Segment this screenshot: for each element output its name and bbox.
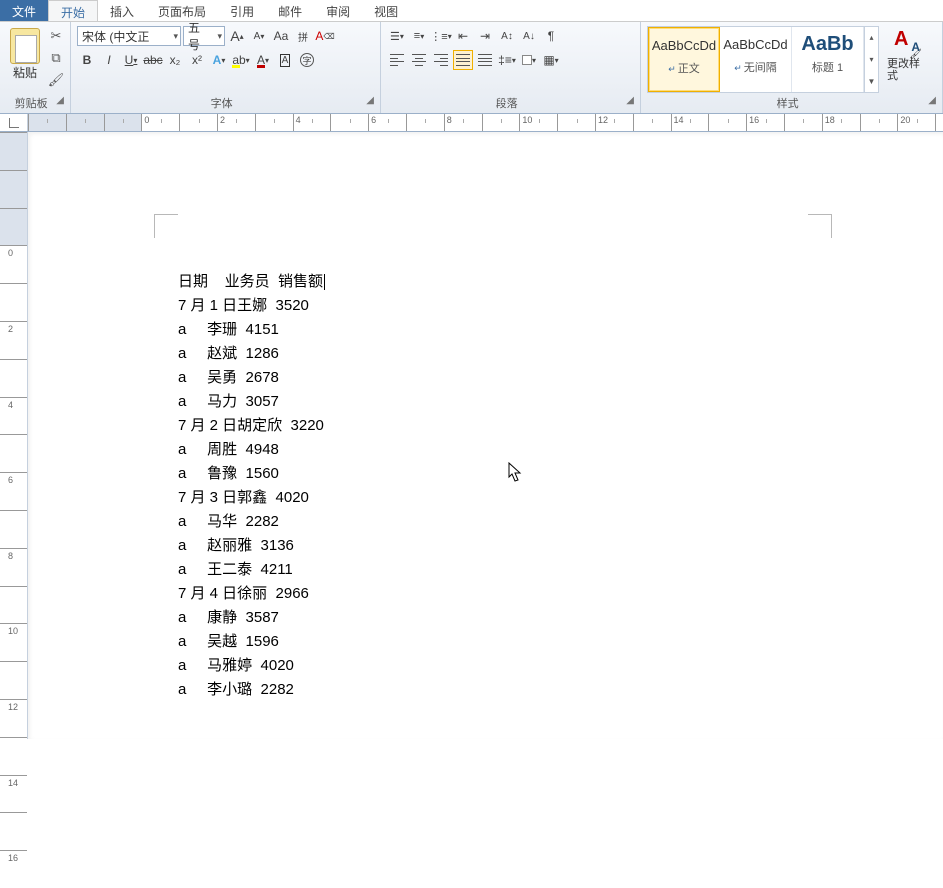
style-gallery: AaBbCcDd ↵正文 AaBbCcDd ↵无间隔 AaBb 标题 1 ▴▾▼ — [647, 26, 879, 93]
bullets-button[interactable]: ☰▾ — [387, 26, 407, 46]
increase-indent-button[interactable]: ⇥ — [475, 26, 495, 46]
doc-row: a 周胜 4948 — [178, 438, 325, 462]
align-right-button[interactable] — [431, 50, 451, 70]
numbering-button[interactable]: ≡▾ — [409, 26, 429, 46]
doc-row: a 康静 3587 — [178, 606, 325, 630]
document-body[interactable]: 日期 业务员 销售额7 月 1 日王娜 3520a 李珊 4151a 赵斌 12… — [178, 270, 325, 702]
ruler-area: 0246810121416182022242628303234363840424… — [0, 114, 943, 132]
enclose-char-button[interactable]: 字 — [297, 50, 317, 70]
doc-row: a 李小璐 2282 — [178, 678, 325, 702]
superscript-button[interactable]: x² — [187, 50, 207, 70]
cut-button[interactable]: ✂ — [48, 28, 64, 44]
tab-view[interactable]: 视图 — [362, 0, 410, 21]
doc-row: a 吴越 1596 — [178, 630, 325, 654]
workspace: 0246810121416 日期 业务员 销售额7 月 1 日王娜 3520a … — [0, 132, 943, 739]
styles-group-label: 样式 — [777, 98, 799, 110]
align-center-button[interactable] — [409, 50, 429, 70]
style-gallery-more[interactable]: ▴▾▼ — [864, 27, 878, 92]
font-group-label: 字体 — [211, 98, 233, 110]
style-heading1[interactable]: AaBb 标题 1 — [792, 27, 864, 92]
paste-button[interactable]: 粘贴 — [6, 26, 44, 83]
change-styles-button[interactable]: AA🖌 更改样式 — [883, 26, 931, 93]
char-border-button[interactable]: A — [275, 50, 295, 70]
horizontal-ruler[interactable]: 0246810121416182022242628303234363840424… — [28, 114, 943, 131]
text-effects-button[interactable]: A▾ — [209, 50, 229, 70]
tab-references[interactable]: 引用 — [218, 0, 266, 21]
sort-button[interactable]: A↓ — [519, 26, 539, 46]
tab-selector[interactable] — [0, 114, 28, 131]
phonetic-guide-button[interactable]: 拼 — [293, 26, 313, 46]
copy-button[interactable]: ⧉ — [48, 50, 64, 66]
clear-formatting-button[interactable]: A⌫ — [315, 26, 335, 46]
styles-launcher[interactable]: ◢ — [928, 95, 936, 106]
style-normal[interactable]: AaBbCcDd ↵正文 — [648, 27, 720, 92]
group-styles: AaBbCcDd ↵正文 AaBbCcDd ↵无间隔 AaBb 标题 1 ▴▾▼… — [641, 22, 943, 113]
doc-header-row: 日期 业务员 销售额 — [178, 270, 325, 294]
multilevel-list-button[interactable]: ⋮≡▾ — [431, 26, 451, 46]
margin-corner-top-right — [808, 214, 832, 238]
subscript-button[interactable]: x₂ — [165, 50, 185, 70]
clipboard-icon — [10, 28, 40, 64]
tab-review[interactable]: 审阅 — [314, 0, 362, 21]
doc-row: a 王二泰 4211 — [178, 558, 325, 582]
doc-row: 7 月 1 日王娜 3520 — [178, 294, 325, 318]
decrease-indent-button[interactable]: ⇤ — [453, 26, 473, 46]
vertical-ruler[interactable]: 0246810121416 — [0, 132, 28, 739]
shading-button[interactable]: ▾ — [519, 50, 539, 70]
text-cursor — [324, 274, 325, 290]
mouse-cursor-icon — [508, 462, 524, 487]
clipboard-launcher[interactable]: ◢ — [56, 95, 64, 106]
doc-row: a 鲁豫 1560 — [178, 462, 325, 486]
paragraph-group-label: 段落 — [496, 98, 518, 110]
strikethrough-button[interactable]: abc — [143, 50, 163, 70]
doc-row: a 吴勇 2678 — [178, 366, 325, 390]
doc-row: a 赵斌 1286 — [178, 342, 325, 366]
distributed-button[interactable] — [475, 50, 495, 70]
group-font: 宋体 (中文正 五号 A▴ A▾ Aa 拼 A⌫ B I U▾ abc x₂ x… — [71, 22, 381, 113]
text-direction-button[interactable]: A↕ — [497, 26, 517, 46]
tab-mailings[interactable]: 邮件 — [266, 0, 314, 21]
format-painter-button[interactable]: 🖌 — [48, 72, 64, 88]
doc-row: a 李珊 4151 — [178, 318, 325, 342]
tab-file[interactable]: 文件 — [0, 0, 48, 21]
grow-font-button[interactable]: A▴ — [227, 26, 247, 46]
doc-row: 7 月 4 日徐丽 2966 — [178, 582, 325, 606]
align-left-button[interactable] — [387, 50, 407, 70]
font-name-combo[interactable]: 宋体 (中文正 — [77, 26, 181, 46]
shrink-font-button[interactable]: A▾ — [249, 26, 269, 46]
group-paragraph: ☰▾ ≡▾ ⋮≡▾ ⇤ ⇥ A↕ A↓ ¶ ‡≡▾ ▾ ▦▾ 段落 ◢ — [381, 22, 641, 113]
highlight-button[interactable]: ab▾ — [231, 50, 251, 70]
group-clipboard: 粘贴 ✂ ⧉ 🖌 剪贴板 ◢ — [0, 22, 71, 113]
page-area[interactable]: 日期 业务员 销售额7 月 1 日王娜 3520a 李珊 4151a 赵斌 12… — [28, 132, 943, 739]
justify-button[interactable] — [453, 50, 473, 70]
font-color-button[interactable]: A▾ — [253, 50, 273, 70]
line-spacing-button[interactable]: ‡≡▾ — [497, 50, 517, 70]
clipboard-group-label: 剪贴板 — [15, 98, 48, 110]
font-launcher[interactable]: ◢ — [366, 95, 374, 106]
doc-row: a 马力 3057 — [178, 390, 325, 414]
change-case-button[interactable]: Aa — [271, 26, 291, 46]
ribbon-tabs: 文件 开始 插入 页面布局 引用 邮件 审阅 视图 — [0, 0, 943, 22]
tab-insert[interactable]: 插入 — [98, 0, 146, 21]
show-marks-button[interactable]: ¶ — [541, 26, 561, 46]
italic-button[interactable]: I — [99, 50, 119, 70]
bold-button[interactable]: B — [77, 50, 97, 70]
font-size-combo[interactable]: 五号 — [183, 26, 225, 46]
doc-row: 7 月 2 日胡定欣 3220 — [178, 414, 325, 438]
doc-row: a 赵丽雅 3136 — [178, 534, 325, 558]
doc-row: 7 月 3 日郭鑫 4020 — [178, 486, 325, 510]
margin-corner-top-left — [154, 214, 178, 238]
tab-page-layout[interactable]: 页面布局 — [146, 0, 218, 21]
doc-row: a 马雅婷 4020 — [178, 654, 325, 678]
borders-button[interactable]: ▦▾ — [541, 50, 561, 70]
tab-home[interactable]: 开始 — [48, 0, 98, 21]
underline-button[interactable]: U▾ — [121, 50, 141, 70]
paragraph-launcher[interactable]: ◢ — [626, 95, 634, 106]
ribbon: 粘贴 ✂ ⧉ 🖌 剪贴板◢ 宋体 (中文正 五号 A▴ A▾ Aa 拼 A⌫ B — [0, 22, 943, 114]
doc-row: a 马华 2282 — [178, 510, 325, 534]
change-styles-icon: AA🖌 — [894, 28, 920, 58]
paste-label: 粘贴 — [13, 64, 37, 81]
style-no-spacing[interactable]: AaBbCcDd ↵无间隔 — [720, 27, 792, 92]
